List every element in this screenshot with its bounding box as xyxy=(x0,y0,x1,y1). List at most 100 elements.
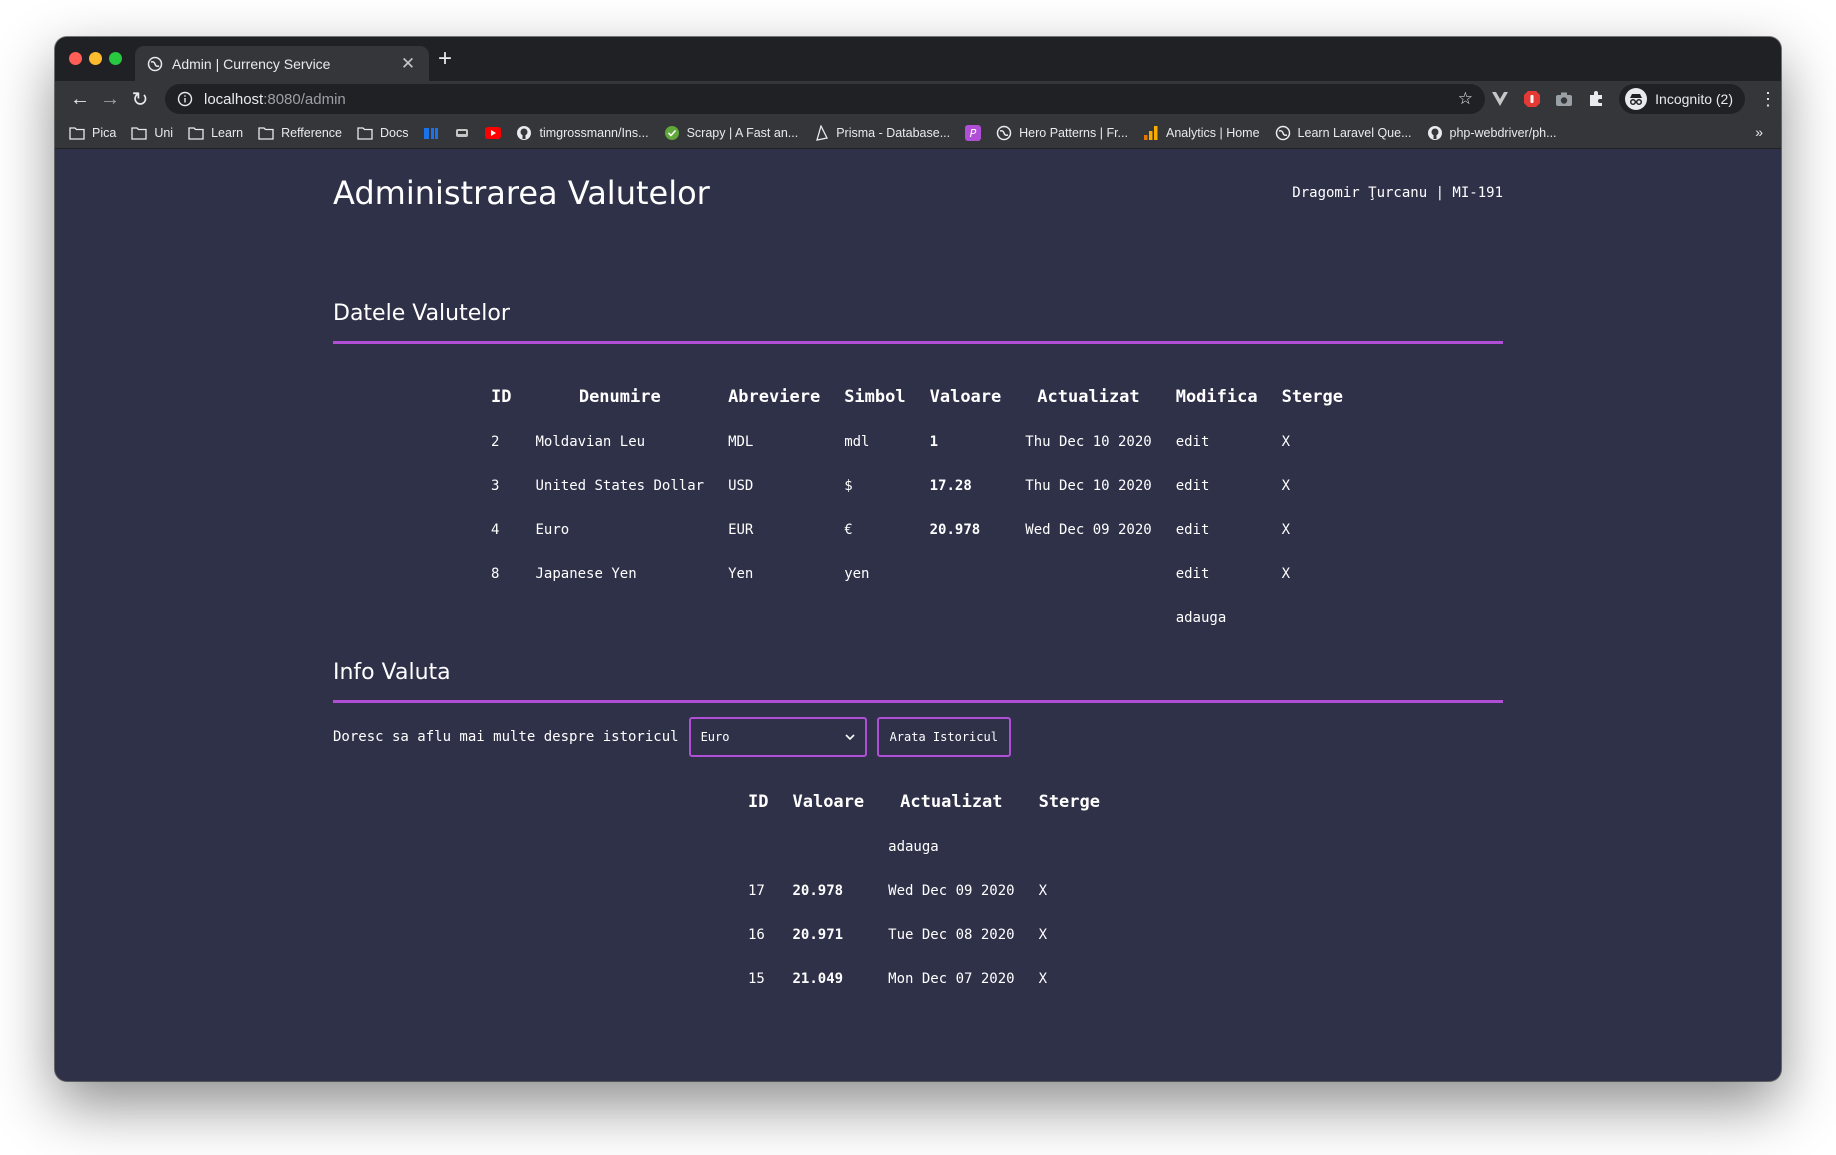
adblock-icon[interactable] xyxy=(1523,90,1541,108)
column-header-edit: Modifica xyxy=(1175,387,1258,407)
minimize-window-button[interactable] xyxy=(89,52,102,65)
camera-icon[interactable] xyxy=(1555,90,1573,108)
analytics-icon xyxy=(1143,125,1159,141)
edit-link[interactable]: edit xyxy=(1164,464,1270,508)
chevron-down-icon xyxy=(845,731,855,744)
bookmark-item[interactable]: Pica xyxy=(69,125,116,141)
cell-id: 16 xyxy=(748,927,765,943)
blue-app-icon xyxy=(423,125,439,141)
bookmark-item[interactable]: Scrapy | A Fast an... xyxy=(664,125,799,141)
bookmark-item[interactable]: Docs xyxy=(357,125,408,141)
url-host: localhost xyxy=(204,90,264,108)
delete-link[interactable]: X xyxy=(1270,552,1355,596)
cell-value: 20.978 xyxy=(792,883,844,899)
add-row: adauga xyxy=(736,825,1112,869)
new-tab-button[interactable]: + xyxy=(438,47,452,71)
back-icon[interactable]: ← xyxy=(65,84,95,114)
bookmark-item[interactable]: Prisma - Database... xyxy=(813,124,950,141)
browser-menu-icon[interactable]: ⋮ xyxy=(1759,89,1777,110)
bookmark-label: Learn Laravel Que... xyxy=(1297,125,1412,140)
column-header-updated: Actualizat xyxy=(900,792,1003,812)
bookmark-item[interactable]: timgrossmann/Ins... xyxy=(516,125,649,141)
column-header-id: ID xyxy=(491,387,512,407)
close-window-button[interactable] xyxy=(69,52,82,65)
column-header-value: Valoare xyxy=(792,792,865,812)
empty-cell xyxy=(716,596,832,640)
globe-icon xyxy=(996,125,1012,141)
bookmark-label: Pica xyxy=(92,125,117,140)
cell-name: Moldavian Leu xyxy=(535,434,646,450)
table-header-row: ID Denumire Abreviere Simbol Valoare Act… xyxy=(479,374,1355,420)
cell-updated: Thu Dec 10 2020 xyxy=(1025,434,1152,450)
delete-link[interactable]: X xyxy=(1027,957,1112,1001)
bookmark-item[interactable]: Learn Laravel Que... xyxy=(1275,125,1412,141)
folder-icon xyxy=(357,125,373,141)
bookmark-label: Scrapy | A Fast an... xyxy=(686,125,799,140)
empty-cell xyxy=(479,596,523,640)
history-selector-row: Doresc sa aflu mai multe despre istoricu… xyxy=(333,717,1011,757)
table-row: 3 United States Dollar USD $17.28 Thu Dec 10… xyxy=(479,464,1355,508)
bookmark-item[interactable] xyxy=(423,125,439,141)
cell-symbol: $ xyxy=(844,478,853,494)
currency-select-value: Euro xyxy=(700,730,730,744)
url-path: :8080/admin xyxy=(263,90,346,108)
table-header-row: ID Valoare Actualizat Sterge xyxy=(736,779,1112,825)
currencies-table: ID Denumire Abreviere Simbol Valoare Act… xyxy=(479,374,1355,640)
maximize-window-button[interactable] xyxy=(109,52,122,65)
empty-cell xyxy=(780,825,876,869)
extensions-puzzle-icon[interactable] xyxy=(1587,90,1605,108)
show-history-button[interactable]: Arata Istoricul xyxy=(876,717,1011,757)
edit-link[interactable]: edit xyxy=(1164,508,1270,552)
globe-icon xyxy=(1275,125,1291,141)
tab-title: Admin | Currency Service xyxy=(172,55,331,72)
delete-link[interactable]: X xyxy=(1270,508,1355,552)
delete-link[interactable]: X xyxy=(1027,913,1112,957)
vue-devtools-icon[interactable] xyxy=(1491,90,1509,108)
section-divider xyxy=(333,700,1503,703)
bookmark-item[interactable]: P xyxy=(965,124,982,141)
folder-icon xyxy=(258,125,274,141)
bookmark-item[interactable]: php-webdriver/ph... xyxy=(1427,125,1557,141)
add-currency-link[interactable]: adauga xyxy=(1164,596,1270,640)
edit-link[interactable]: edit xyxy=(1164,420,1270,464)
bookmark-label: Analytics | Home xyxy=(1165,125,1260,140)
bookmark-item[interactable]: Analytics | Home xyxy=(1143,125,1260,141)
bookmark-item[interactable]: Learn xyxy=(188,125,243,141)
currency-select[interactable]: Euro xyxy=(688,717,867,757)
add-history-link[interactable]: adauga xyxy=(876,825,1026,869)
bookmark-item[interactable] xyxy=(485,125,502,141)
delete-link[interactable]: X xyxy=(1027,869,1112,913)
table-row: 4 Euro EUR €20.978 Wed Dec 09 2020 edit X xyxy=(479,508,1355,552)
cell-updated: Wed Dec 09 2020 xyxy=(1025,522,1152,538)
table-row: 17 20.978 Wed Dec 09 2020 X xyxy=(736,869,1112,913)
globe-icon xyxy=(147,56,163,72)
delete-link[interactable]: X xyxy=(1270,464,1355,508)
edit-link[interactable]: edit xyxy=(1164,552,1270,596)
column-header-name: Denumire xyxy=(578,387,661,407)
browser-tab[interactable]: Admin | Currency Service ✕ xyxy=(135,46,429,81)
cell-id: 8 xyxy=(491,566,500,582)
scrapy-icon xyxy=(664,125,680,141)
cell-value: 1 xyxy=(929,434,939,450)
table-row: 2 Moldavian Leu MDL mdl 1 Thu Dec 10 2020 edit… xyxy=(479,420,1355,464)
bookmark-item[interactable]: Hero Patterns | Fr... xyxy=(996,125,1128,141)
address-bar[interactable]: localhost:8080/admin ☆ xyxy=(165,84,1485,114)
cell-abbr: USD xyxy=(728,478,754,494)
bookmark-item[interactable]: Refference xyxy=(258,125,342,141)
empty-cell xyxy=(1013,596,1163,640)
cell-updated xyxy=(1013,552,1163,596)
forward-icon[interactable]: → xyxy=(95,84,125,114)
bookmark-item[interactable] xyxy=(454,125,470,141)
reload-icon[interactable]: ↻ xyxy=(125,84,155,114)
bookmark-star-icon[interactable]: ☆ xyxy=(1458,89,1473,109)
empty-cell xyxy=(523,596,716,640)
cell-symbol: € xyxy=(844,522,853,538)
delete-link[interactable]: X xyxy=(1270,420,1355,464)
bookmark-item[interactable]: Uni xyxy=(131,125,173,141)
column-header-abbr: Abreviere xyxy=(728,387,821,407)
bookmarks-overflow-icon[interactable]: » xyxy=(1755,124,1763,140)
close-tab-icon[interactable]: ✕ xyxy=(399,54,417,74)
info-icon[interactable] xyxy=(177,91,193,107)
empty-cell xyxy=(1270,596,1355,640)
incognito-indicator[interactable]: Incognito (2) xyxy=(1619,84,1745,114)
